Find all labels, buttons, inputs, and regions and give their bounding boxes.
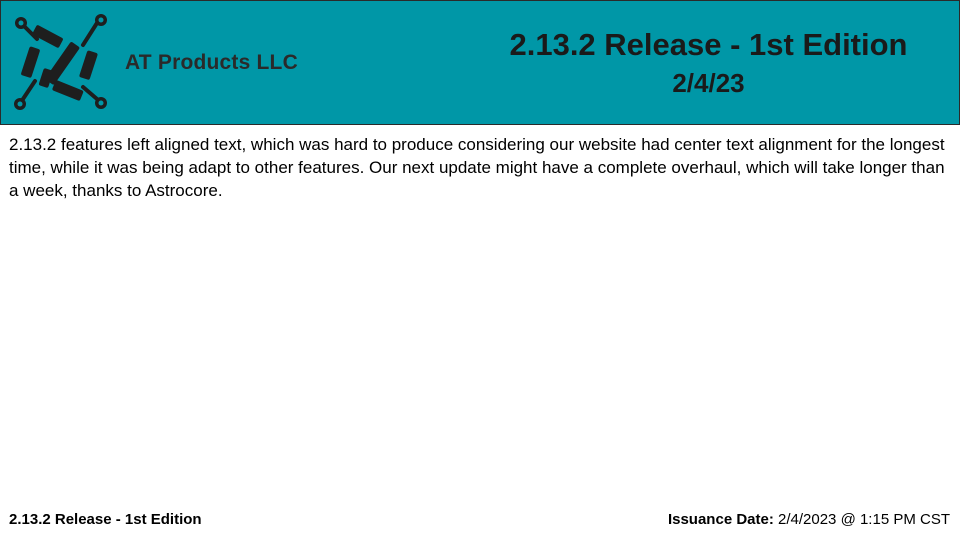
title-block: 2.13.2 Release - 1st Edition 2/4/23	[456, 27, 960, 100]
release-notes-text: 2.13.2 features left aligned text, which…	[9, 135, 945, 200]
page-title: 2.13.2 Release - 1st Edition	[509, 27, 908, 62]
circuit-logo-icon	[14, 14, 107, 110]
footer-release-title: 2.13.2 Release - 1st Edition	[9, 511, 202, 528]
header-banner: AT Products LLC 2.13.2 Release - 1st Edi…	[0, 0, 960, 125]
issuance-date-value: 2/4/2023 @ 1:15 PM CST	[778, 511, 950, 528]
footer-issuance-date: Issuance Date: 2/4/2023 @ 1:15 PM CST	[668, 511, 950, 528]
release-date: 2/4/23	[672, 68, 745, 98]
company-name: AT Products LLC	[125, 51, 298, 74]
issuance-date-label: Issuance Date:	[667, 511, 774, 528]
